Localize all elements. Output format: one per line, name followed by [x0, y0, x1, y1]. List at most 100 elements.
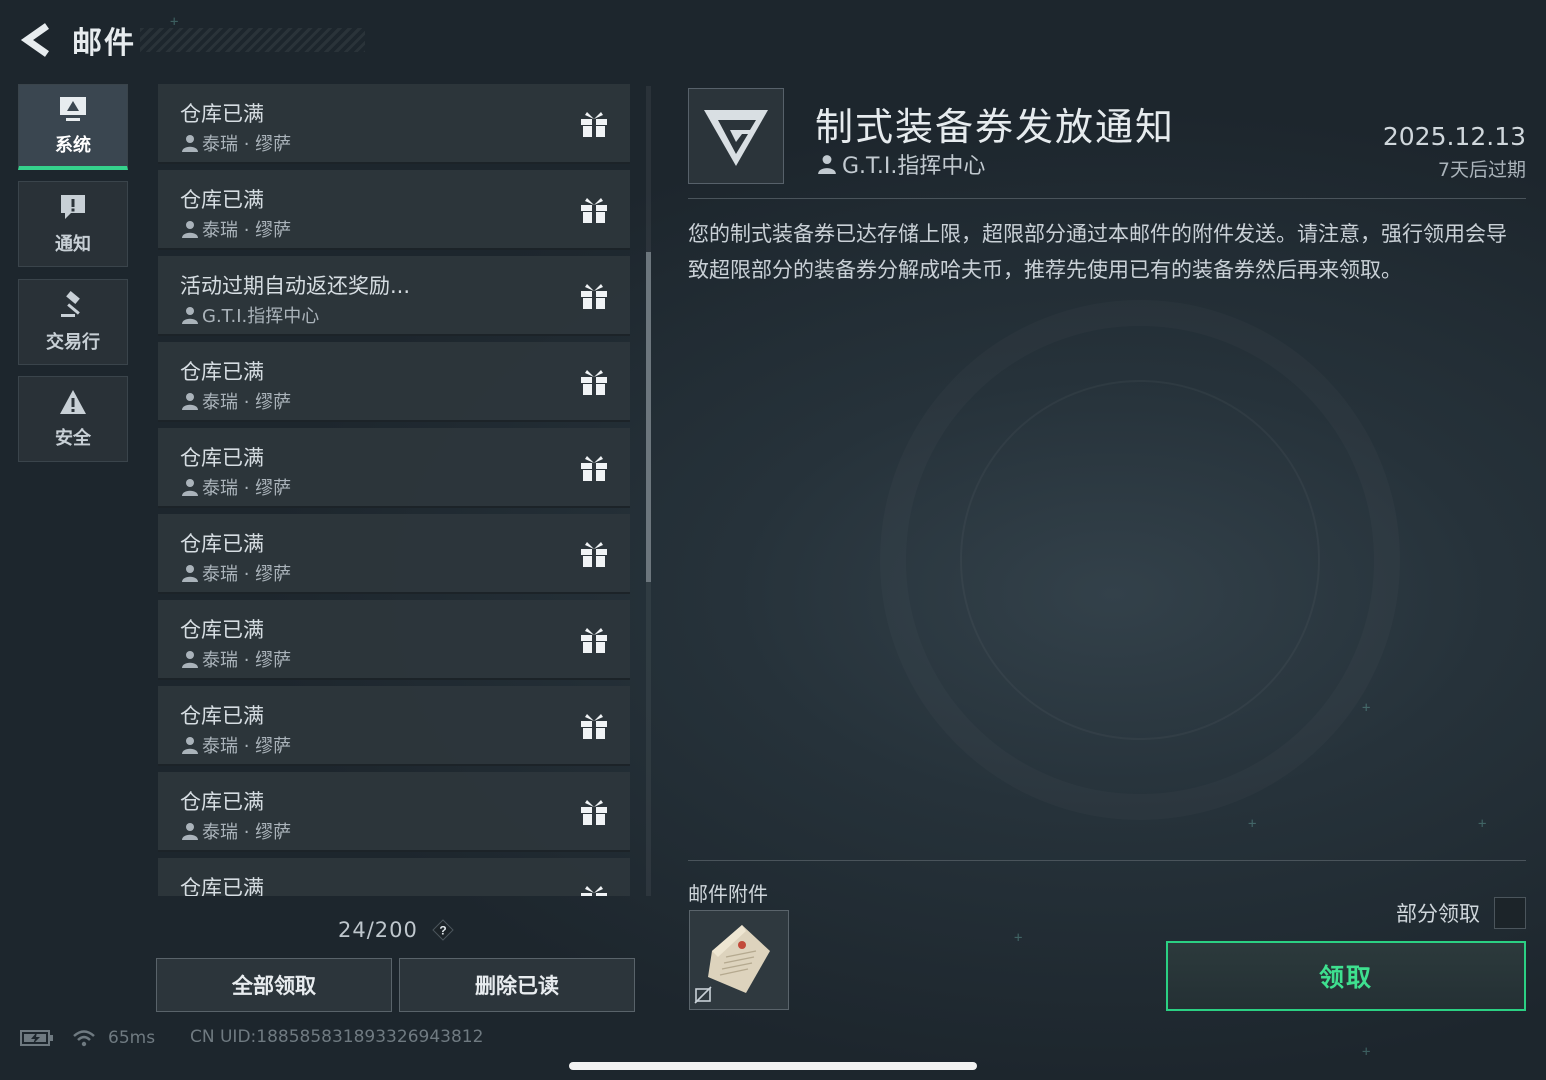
- gift-icon: [581, 370, 607, 395]
- mail-list-item[interactable]: 活动过期自动返还奖励... G.T.I.指挥中心: [158, 256, 630, 336]
- no-trade-icon: [694, 986, 712, 1004]
- mail-list-scrollbar[interactable]: [646, 86, 651, 896]
- wifi-icon: [73, 1030, 95, 1047]
- mail-list: 仓库已满 泰瑞 · 缪萨 仓库已满 泰瑞 · 缪萨 活动过期自动返还奖励... …: [158, 84, 632, 896]
- mail-list-item[interactable]: 仓库已满 泰瑞 · 缪萨: [158, 342, 630, 422]
- tab-label: 通知: [55, 234, 91, 255]
- partial-claim-row: 部分领取: [1396, 897, 1526, 929]
- mail-sender-row: 泰瑞 · 缪萨: [182, 130, 291, 156]
- mail-subject: 仓库已满: [180, 704, 264, 728]
- user-icon: [182, 565, 198, 582]
- user-icon: [182, 651, 198, 668]
- gift-icon: [581, 800, 607, 825]
- tab-system[interactable]: 系统: [18, 84, 128, 170]
- mail-sender: 泰瑞 · 缪萨: [202, 564, 292, 585]
- mail-subject: 仓库已满: [180, 618, 264, 642]
- mail-subject: 仓库已满: [180, 360, 264, 384]
- tab-security[interactable]: 安全: [18, 376, 128, 462]
- document-voucher-icon: [694, 925, 770, 1004]
- mail-sender-row: 泰瑞 · 缪萨: [182, 646, 291, 672]
- mail-expiry: 7天后过期: [1437, 159, 1526, 181]
- mail-sender: 泰瑞 · 缪萨: [202, 650, 292, 671]
- user-icon: [182, 393, 198, 410]
- mail-sender-row: 泰瑞 · 缪萨: [182, 560, 291, 586]
- gift-icon: [581, 284, 607, 309]
- divider: [688, 860, 1526, 861]
- back-arrow-icon[interactable]: [16, 18, 56, 62]
- mail-subject: 仓库已满: [180, 790, 264, 814]
- background-plus-mark: +: [1478, 816, 1487, 832]
- mail-sender-row: 泰瑞 · 缪萨: [182, 216, 291, 242]
- mail-list-item[interactable]: 仓库已满 泰瑞 · 缪萨: [158, 428, 630, 508]
- mail-subject: 仓库已满: [180, 102, 264, 126]
- gavel-icon: [61, 290, 80, 317]
- mail-sender-row: 泰瑞 · 缪萨: [182, 818, 291, 844]
- mail-list-item[interactable]: 仓库已满 泰瑞 · 缪萨: [158, 84, 630, 164]
- mail-subject: 仓库已满: [180, 188, 264, 212]
- mail-list-item[interactable]: 仓库已满 泰瑞 · 缪萨: [158, 170, 630, 250]
- background-plus-mark: +: [1248, 816, 1257, 832]
- background-ring: [880, 300, 1400, 820]
- mail-list-item[interactable]: 仓库已满 泰瑞 · 缪萨: [158, 514, 630, 594]
- warning-icon: [60, 390, 86, 414]
- user-icon: [182, 135, 198, 152]
- help-icon[interactable]: ?: [432, 919, 454, 941]
- user-icon: [182, 307, 198, 324]
- attachment-label: 邮件附件: [688, 882, 768, 906]
- gift-icon: [581, 456, 607, 481]
- home-indicator[interactable]: [569, 1062, 977, 1070]
- mail-body: 您的制式装备券已达存储上限，超限部分通过本邮件的附件发送。请注意，强行领用会导致…: [688, 222, 1507, 282]
- mail-detail-title: 制式装备券发放通知: [815, 105, 1176, 149]
- mail-date: 2025.12.13: [1382, 122, 1526, 151]
- mail-subject: 仓库已满: [180, 446, 264, 470]
- tab-notification[interactable]: 通知: [18, 181, 128, 267]
- mail-sender-row: 泰瑞 · 缪萨: [182, 474, 291, 500]
- tab-label: 交易行: [46, 332, 100, 353]
- mail-count: 24/200: [338, 918, 418, 942]
- scrollbar-thumb[interactable]: [646, 252, 651, 582]
- tab-label: 安全: [55, 428, 91, 449]
- page-header: 邮件: [16, 18, 136, 62]
- user-icon: [818, 155, 836, 174]
- divider: [688, 198, 1526, 199]
- tab-trading[interactable]: 交易行: [18, 279, 128, 365]
- gift-icon: [581, 112, 607, 137]
- mail-sender-row: G.T.I.指挥中心: [182, 302, 319, 328]
- claim-all-button[interactable]: 全部领取: [156, 958, 392, 1012]
- battery-icon: [20, 1030, 53, 1046]
- background-plus-mark: +: [1362, 700, 1371, 716]
- mail-sender: 泰瑞 · 缪萨: [202, 822, 292, 843]
- mail-list-item[interactable]: 仓库已满 泰瑞 · 缪萨: [158, 600, 630, 680]
- user-icon: [182, 221, 198, 238]
- mail-sender: 泰瑞 · 缪萨: [202, 392, 292, 413]
- background-plus-mark: +: [1014, 930, 1023, 946]
- partial-claim-label: 部分领取: [1396, 902, 1480, 926]
- delete-read-button[interactable]: 删除已读: [399, 958, 635, 1012]
- user-icon: [182, 737, 198, 754]
- mail-list-item[interactable]: 仓库已满 泰瑞 · 缪萨: [158, 686, 630, 766]
- page-title: 邮件: [72, 26, 136, 61]
- mail-list-item[interactable]: 仓库已满: [158, 858, 630, 896]
- mail-subject: 仓库已满: [180, 532, 264, 556]
- gift-icon: [581, 714, 607, 739]
- mail-subject: 活动过期自动返还奖励...: [180, 274, 411, 298]
- background-ring-inner: [960, 380, 1320, 740]
- title-decoration: [140, 28, 365, 52]
- partial-claim-checkbox[interactable]: [1494, 897, 1526, 929]
- mail-list-item[interactable]: 仓库已满 泰瑞 · 缪萨: [158, 772, 630, 852]
- user-icon: [182, 479, 198, 496]
- tab-label: 系统: [55, 134, 91, 156]
- attachment-item[interactable]: [689, 910, 789, 1010]
- mail-sender: 泰瑞 · 缪萨: [202, 478, 292, 499]
- mail-sender-row: 泰瑞 · 缪萨: [182, 388, 291, 414]
- mail-detail-sender: G.T.I.指挥中心: [842, 154, 986, 179]
- gift-icon: [581, 886, 607, 896]
- svg-text:?: ?: [439, 924, 446, 938]
- mail-subject: 仓库已满: [180, 876, 264, 896]
- sender-logo: [688, 88, 784, 184]
- user-icon: [182, 823, 198, 840]
- mail-sender: 泰瑞 · 缪萨: [202, 220, 292, 241]
- mail-sender-row: 泰瑞 · 缪萨: [182, 732, 291, 758]
- claim-button[interactable]: 领取: [1166, 941, 1526, 1011]
- system-icon: [60, 96, 86, 121]
